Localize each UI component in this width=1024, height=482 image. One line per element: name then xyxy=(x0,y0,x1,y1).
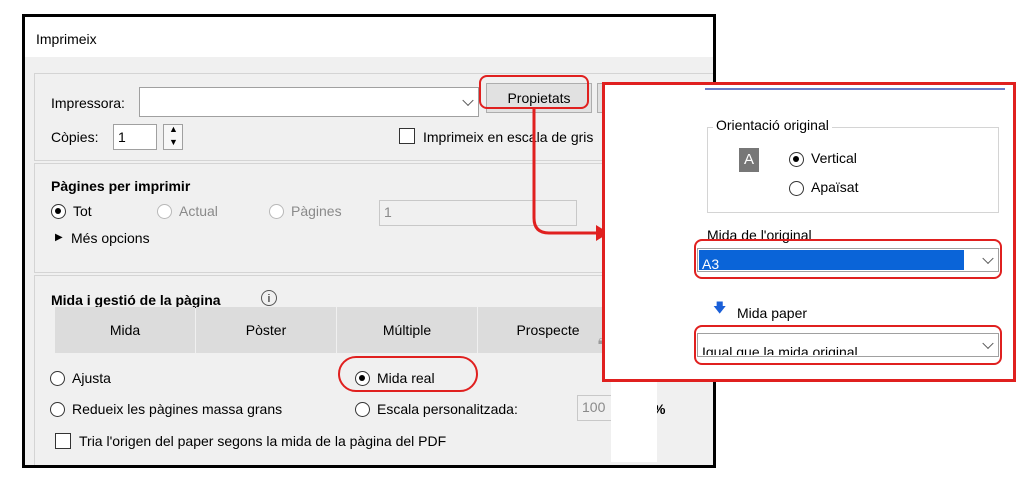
radio-shrink-label: Redueix les pàgines massa grans xyxy=(72,401,283,417)
radio-fit-label: Ajusta xyxy=(72,370,111,386)
caret-down-icon[interactable]: ▼ xyxy=(169,137,178,147)
radio-custom-scale-label: Escala personalitzada: xyxy=(377,401,518,417)
paper-source-checkbox[interactable] xyxy=(55,433,71,449)
radio-current-label: Actual xyxy=(179,203,218,219)
radio-all[interactable] xyxy=(51,204,66,219)
tab-multiple[interactable]: Múltiple xyxy=(337,307,477,353)
tab-booklet[interactable]: Prospecte xyxy=(478,307,618,353)
copies-stepper[interactable]: ▲ ▼ xyxy=(163,124,183,150)
radio-landscape[interactable] xyxy=(789,181,804,196)
tab-booklet-label: Prospecte xyxy=(516,322,580,338)
scale-value: 100 xyxy=(582,399,606,415)
info-icon[interactable]: i xyxy=(261,290,277,306)
radio-fit[interactable] xyxy=(50,371,65,386)
highlight-actual-size xyxy=(338,356,478,392)
radio-custom-scale[interactable] xyxy=(355,402,370,417)
down-arrow-icon: 🡇 xyxy=(713,300,727,315)
expand-arrow-icon[interactable]: ▶ xyxy=(55,232,63,243)
radio-landscape-label: Apaïsat xyxy=(811,179,859,195)
copies-label: Còpies: xyxy=(51,129,99,145)
page-handling-heading: Mida i gestió de la pàgina xyxy=(51,292,221,308)
tab-poster[interactable]: Pòster xyxy=(196,307,336,353)
radio-current[interactable] xyxy=(157,204,172,219)
pages-heading: Pàgines per imprimir xyxy=(51,178,191,194)
popup-top-line xyxy=(705,88,1005,90)
title-bar: Imprimeix xyxy=(25,17,713,57)
printer-label: Impressora: xyxy=(51,95,125,111)
tab-size-label: Mida xyxy=(109,322,141,338)
page-range-value: 1 xyxy=(384,204,392,220)
orientation-group-label: Orientació original xyxy=(713,117,832,133)
radio-all-label: Tot xyxy=(73,203,92,219)
copies-value: 1 xyxy=(118,129,126,145)
tab-multiple-label: Múltiple xyxy=(382,322,432,338)
radio-pages[interactable] xyxy=(269,204,284,219)
portrait-page-letter: A xyxy=(743,151,754,168)
radio-pages-label: Pàgines xyxy=(291,203,342,219)
properties-popup: Orientació original A Vertical Apaïsat M… xyxy=(602,82,1016,382)
highlight-original-size xyxy=(694,239,1002,279)
caret-up-icon[interactable]: ▲ xyxy=(169,124,178,134)
highlight-paper-size xyxy=(694,325,1002,365)
more-options-link[interactable]: Més opcions xyxy=(71,230,150,246)
printer-select[interactable] xyxy=(139,87,479,117)
radio-shrink[interactable] xyxy=(50,402,65,417)
paper-source-label: Tria l'origen del paper segons la mida d… xyxy=(79,433,447,449)
chevron-down-icon xyxy=(462,94,474,107)
grayscale-checkbox[interactable] xyxy=(399,128,415,144)
paper-size-label: Mida paper xyxy=(737,305,808,321)
radio-portrait-label: Vertical xyxy=(811,150,857,166)
copies-input[interactable]: 1 xyxy=(113,124,157,150)
tab-poster-label: Pòster xyxy=(245,322,287,338)
tab-size[interactable]: Mida xyxy=(55,307,195,353)
portrait-page-icon: A xyxy=(739,148,759,172)
radio-portrait[interactable] xyxy=(789,152,804,167)
window-title: Imprimeix xyxy=(36,31,97,47)
